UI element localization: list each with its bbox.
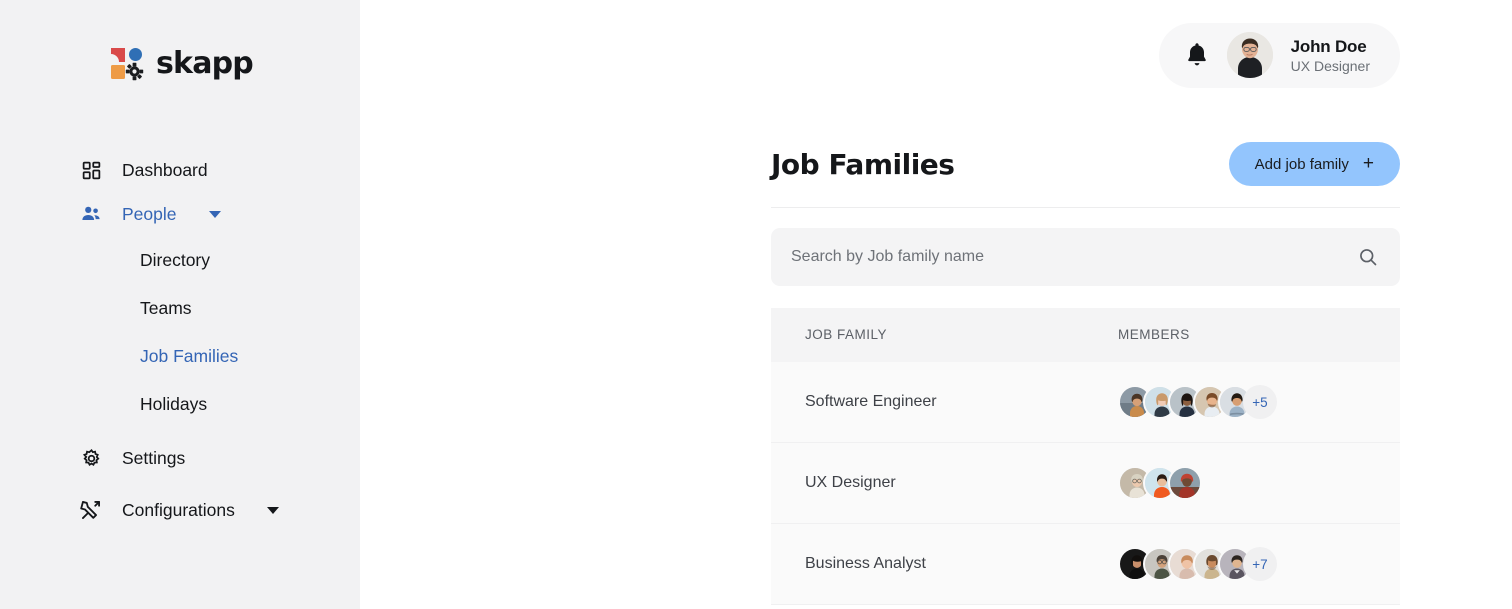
search-bar[interactable] bbox=[771, 228, 1400, 286]
sidebar-item-people[interactable]: People bbox=[0, 192, 360, 236]
sidebar-subitem-label: Job Families bbox=[140, 346, 238, 367]
sidebar-item-holidays[interactable]: Holidays bbox=[0, 380, 360, 428]
sidebar-item-configurations[interactable]: Configurations bbox=[0, 488, 360, 532]
sidebar-subitem-label: Teams bbox=[140, 298, 192, 319]
tools-icon bbox=[80, 499, 102, 521]
bell-icon[interactable] bbox=[1185, 42, 1209, 68]
main-content: John Doe UX Designer Job Families Add jo… bbox=[360, 0, 1512, 609]
skapp-logo-mark-icon bbox=[107, 44, 149, 84]
avatar bbox=[1168, 466, 1202, 500]
content-column: JOB FAMILY MEMBERS ACTIONS Software Engi… bbox=[360, 228, 1512, 605]
chevron-down-icon[interactable] bbox=[209, 211, 221, 218]
sidebar-item-teams[interactable]: Teams bbox=[0, 284, 360, 332]
people-icon bbox=[80, 203, 102, 225]
table-row[interactable]: Business Analyst +7 bbox=[771, 524, 1400, 605]
user-role: UX Designer bbox=[1291, 58, 1370, 74]
sidebar-item-label: Settings bbox=[122, 448, 185, 469]
search-icon[interactable] bbox=[1358, 247, 1378, 267]
sidebar-item-label: Dashboard bbox=[122, 160, 208, 181]
member-overflow-badge[interactable]: +7 bbox=[1243, 547, 1277, 581]
sidebar-item-label: People bbox=[122, 204, 177, 225]
add-job-family-label: Add job family bbox=[1255, 156, 1349, 173]
add-job-family-button[interactable]: Add job family + bbox=[1229, 142, 1400, 186]
dashboard-grid-icon bbox=[80, 159, 102, 181]
page-title: Job Families bbox=[771, 148, 954, 181]
sidebar-item-job-families[interactable]: Job Families bbox=[0, 332, 360, 380]
sidebar-item-label: Configurations bbox=[122, 500, 235, 521]
header-divider bbox=[771, 207, 1400, 208]
avatar bbox=[1227, 32, 1273, 78]
top-bar: John Doe UX Designer bbox=[360, 0, 1512, 110]
page-header: Job Families Add job family + bbox=[360, 138, 1512, 190]
logo-text: skapp bbox=[156, 49, 253, 79]
sidebar-subitem-label: Directory bbox=[140, 250, 210, 271]
member-avatar-group[interactable] bbox=[1118, 466, 1512, 500]
table-row[interactable]: Software Engineer +5 bbox=[771, 362, 1400, 443]
sidebar-item-directory[interactable]: Directory bbox=[0, 236, 360, 284]
user-name: John Doe bbox=[1291, 37, 1370, 57]
chevron-down-icon[interactable] bbox=[267, 507, 279, 514]
member-overflow-badge[interactable]: +5 bbox=[1243, 385, 1277, 419]
gear-icon bbox=[80, 447, 102, 469]
job-family-name: Software Engineer bbox=[805, 393, 937, 410]
member-avatar-group[interactable]: +5 bbox=[1118, 385, 1512, 419]
sidebar-subitem-label: Holidays bbox=[140, 394, 207, 415]
plus-icon: + bbox=[1363, 154, 1374, 173]
sidebar-item-settings[interactable]: Settings bbox=[0, 436, 360, 480]
job-families-table: JOB FAMILY MEMBERS ACTIONS Software Engi… bbox=[771, 308, 1400, 605]
job-family-name: Business Analyst bbox=[805, 555, 926, 572]
sidebar: skapp Dashboard bbox=[0, 0, 360, 609]
search-input[interactable] bbox=[791, 248, 1358, 266]
user-profile-pill[interactable]: John Doe UX Designer bbox=[1159, 23, 1400, 88]
member-avatar-group[interactable]: +7 bbox=[1118, 547, 1512, 581]
job-family-name: UX Designer bbox=[805, 474, 896, 491]
table-header-row: JOB FAMILY MEMBERS ACTIONS bbox=[771, 308, 1400, 362]
table-row[interactable]: UX Designer bbox=[771, 443, 1400, 524]
app-logo[interactable]: skapp bbox=[0, 0, 360, 94]
column-header-members: MEMBERS bbox=[1118, 327, 1190, 342]
sidebar-item-dashboard[interactable]: Dashboard bbox=[0, 148, 360, 192]
sidebar-nav: Dashboard People Directory Teams Job Fam… bbox=[0, 148, 360, 532]
column-header-job-family: JOB FAMILY bbox=[805, 327, 887, 342]
